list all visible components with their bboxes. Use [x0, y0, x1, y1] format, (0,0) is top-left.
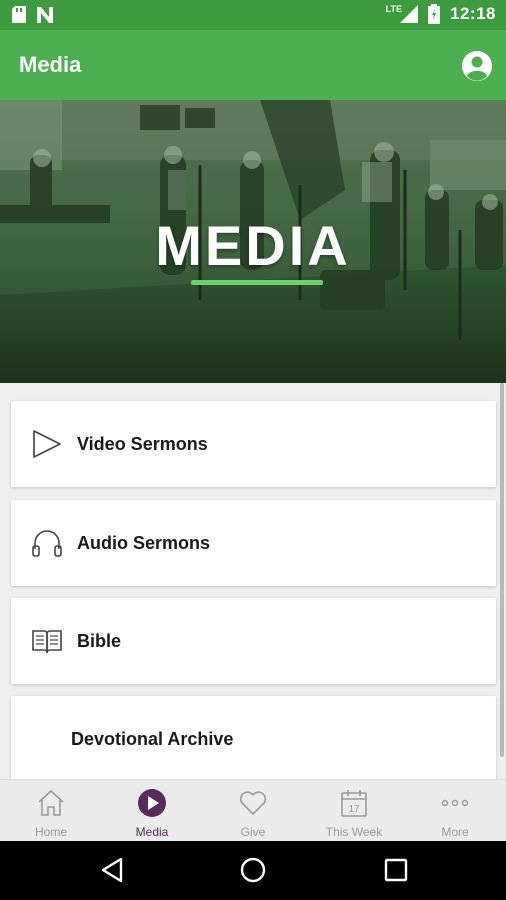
hero-underline [191, 280, 323, 285]
nav-this-week-label: This Week [325, 825, 383, 839]
play-icon [33, 430, 61, 458]
page-title: Media [19, 52, 82, 77]
n-notification-icon [37, 6, 53, 23]
nav-this-week[interactable]: 17 This Week [304, 780, 404, 842]
profile-button[interactable] [462, 51, 492, 81]
calendar-day: 17 [348, 804, 360, 815]
bottom-navigation: Home Media Give 17 This Week More [0, 779, 506, 842]
menu-item-label: Audio Sermons [77, 533, 211, 553]
menu-item-bible[interactable]: Bible [11, 598, 496, 684]
recents-icon[interactable] [381, 855, 411, 885]
calendar-icon: 17 [341, 790, 367, 817]
home-icon [38, 789, 64, 816]
sd-card-icon [12, 6, 26, 23]
nav-home-label: Home [34, 825, 67, 839]
more-icon [441, 799, 469, 807]
back-icon[interactable] [97, 855, 127, 885]
menu-item-devotional-archive[interactable]: Devotional Archive [11, 696, 496, 779]
nav-give-label: Give [240, 825, 266, 839]
battery-icon [428, 4, 441, 24]
scrollbar-thumb[interactable] [500, 383, 504, 757]
hero-banner: MEDIA [0, 100, 506, 383]
nav-more[interactable]: More [405, 780, 505, 842]
menu-item-label: Devotional Archive [71, 729, 234, 749]
heart-icon [239, 791, 267, 815]
menu-item-label: Video Sermons [77, 434, 208, 454]
menu-item-label: Bible [77, 631, 122, 651]
book-icon [32, 630, 62, 654]
nav-home[interactable]: Home [1, 780, 101, 842]
hero-title: MEDIA [155, 214, 351, 277]
signal-icon [400, 5, 419, 23]
nav-media-label: Media [135, 825, 169, 839]
profile-icon [462, 51, 492, 81]
system-navigation-bar [0, 841, 506, 900]
menu-item-audio-sermons[interactable]: Audio Sermons [11, 500, 496, 586]
nav-media[interactable]: Media [102, 780, 202, 842]
play-circle-icon [138, 789, 166, 817]
home-circle-icon[interactable] [238, 855, 268, 885]
status-time: 12:18 [450, 4, 496, 23]
menu-item-video-sermons[interactable]: Video Sermons [11, 401, 496, 487]
status-bar: LTE 12:18 [0, 0, 506, 30]
network-label: LTE [385, 4, 403, 14]
media-menu-list[interactable]: Video Sermons Audio Sermons Bible Devoti… [0, 383, 506, 779]
nav-more-label: More [441, 825, 469, 839]
nav-give[interactable]: Give [203, 780, 303, 842]
headphones-icon [32, 530, 62, 557]
app-bar: Media [0, 30, 506, 100]
